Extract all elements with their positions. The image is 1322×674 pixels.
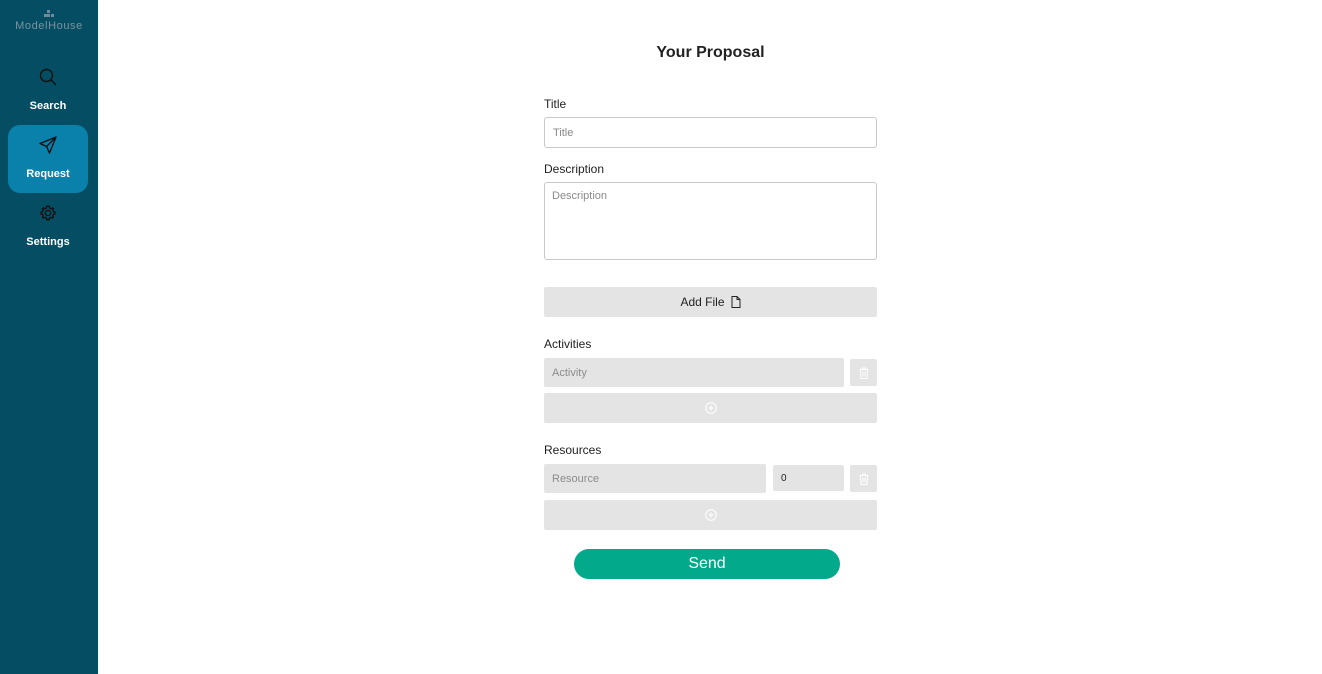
description-textarea[interactable] [544,182,877,260]
logo: ModelHouse [0,10,98,32]
trash-icon [859,473,868,485]
activity-input[interactable] [544,358,844,387]
nav-item-request[interactable]: Request [8,125,88,193]
send-button[interactable]: Send [574,549,840,579]
add-file-button[interactable]: Add File [544,287,877,317]
resource-input[interactable] [544,464,766,493]
add-resource-button[interactable] [544,500,877,530]
nav-item-settings[interactable]: Settings [8,193,88,261]
nav-item-search[interactable]: Search [8,57,88,125]
gear-icon [40,205,56,221]
logo-mark-icon [44,10,54,17]
nav-label-request: Request [26,168,70,180]
nav-label-settings: Settings [26,236,70,248]
delete-activity-button[interactable] [850,359,877,386]
delete-resource-button[interactable] [850,465,877,492]
plus-circle-icon [704,402,717,414]
sidebar: ModelHouse Search Request Settings [0,0,98,674]
page-title: Your Proposal [656,44,765,61]
brand-name: ModelHouse [15,20,83,32]
resource-quantity-input[interactable] [773,465,844,491]
add-activity-button[interactable] [544,393,877,423]
search-icon [39,68,57,86]
file-icon [731,296,741,308]
activities-label: Activities [544,337,592,351]
add-file-label: Add File [680,295,725,309]
nav-label-search: Search [29,100,67,112]
resources-label: Resources [544,443,602,457]
title-label: Title [544,97,567,111]
send-icon [39,136,57,154]
plus-circle-icon [704,509,717,521]
title-input[interactable] [544,117,877,148]
trash-icon [859,367,868,379]
description-label: Description [544,162,605,176]
